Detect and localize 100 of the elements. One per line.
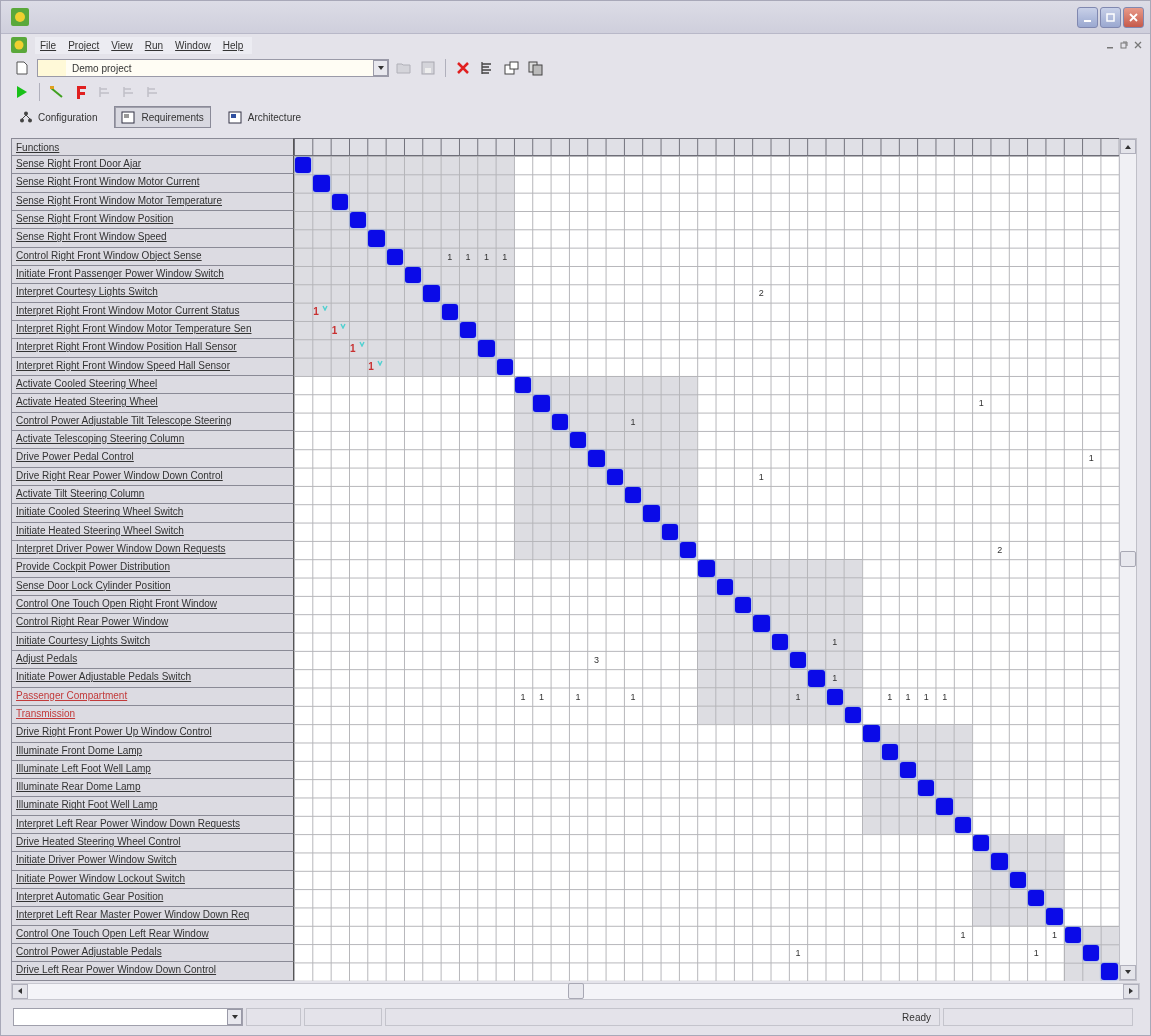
diagonal-marker — [1101, 963, 1118, 980]
diagonal-marker — [295, 157, 312, 174]
close-button[interactable] — [1123, 6, 1144, 28]
dependency-mark: 1 — [831, 672, 839, 686]
dependency-mark: 1 — [977, 397, 985, 411]
dependency-mark: 1 — [794, 690, 802, 704]
restore-icon[interactable] — [1120, 41, 1128, 49]
diagonal-marker — [936, 798, 953, 815]
function-label[interactable]: Drive Power Pedal Control — [11, 449, 294, 468]
maximize-button[interactable] — [1100, 6, 1121, 28]
function-label[interactable]: Interpret Right Front Window Position Hall Sensor — [11, 339, 294, 358]
function-label[interactable]: Activate Heated Steering Wheel — [11, 394, 294, 413]
window-icon[interactable] — [502, 59, 520, 77]
diagonal-marker — [478, 340, 495, 357]
diagram-icon — [121, 110, 136, 124]
menu-item[interactable]: Help — [217, 37, 249, 53]
dependency-mark: 1 — [519, 690, 527, 704]
function-label[interactable]: Illuminate Right Foot Well Lamp — [11, 797, 294, 816]
dependency-mark: 1 — [464, 250, 472, 264]
scroll-down-button[interactable] — [1119, 964, 1136, 980]
diagonal-marker — [588, 450, 605, 467]
function-label[interactable]: Initiate Power Adjustable Pedals Switch — [11, 669, 294, 688]
diagonal-marker — [1046, 908, 1063, 925]
dependency-mark: 1 — [941, 690, 949, 704]
diagonal-marker — [753, 615, 770, 632]
caret-left-icon — [16, 987, 24, 996]
caret-right-icon — [1127, 987, 1135, 996]
dropdown-button[interactable] — [227, 1009, 242, 1025]
menu-item[interactable]: Project — [63, 37, 105, 53]
minimize-button[interactable] — [1077, 6, 1098, 28]
dependency-mark: 1 — [1087, 452, 1095, 466]
scroll-thumb[interactable] — [567, 983, 584, 1000]
horizontal-scrollbar[interactable] — [11, 982, 1140, 1000]
dependency-mark: 1 — [831, 635, 839, 649]
flagged-mark: 1 — [330, 320, 349, 340]
dependency-mark: 1 — [757, 470, 765, 484]
function-label[interactable]: Drive Left Rear Power Window Down Control — [11, 962, 294, 981]
dependency-mark: 1 — [922, 690, 930, 704]
diagonal-marker — [973, 835, 990, 852]
tick-icon — [340, 322, 347, 329]
dependency-mark: 1 — [537, 690, 545, 704]
dependency-mark: 3 — [592, 654, 600, 667]
function-label[interactable]: Sense Right Front Window Motor Current — [11, 174, 294, 193]
diagonal-marker — [313, 175, 330, 192]
menu-item[interactable]: Window — [170, 37, 216, 53]
menu-item[interactable]: File — [35, 37, 62, 53]
column-title: Functions — [11, 138, 294, 156]
diagonal-marker — [643, 505, 660, 522]
function-label[interactable]: Drive Heated Steering Wheel Control — [11, 834, 294, 853]
new-document-icon[interactable] — [13, 59, 31, 77]
maximize-icon — [1106, 12, 1115, 22]
menu-item[interactable]: View — [106, 37, 138, 53]
caret-down-icon — [376, 64, 385, 72]
diagonal-marker — [918, 780, 935, 797]
scroll-left-button[interactable] — [12, 983, 28, 999]
menu-item[interactable]: Run — [139, 37, 169, 53]
diagonal-marker — [863, 725, 880, 742]
diagonal-marker — [698, 560, 715, 577]
dropdown-button[interactable] — [373, 60, 388, 76]
diagonal-marker — [808, 670, 825, 687]
scroll-thumb[interactable] — [1119, 551, 1136, 568]
view-tab[interactable]: Configuration — [13, 106, 105, 128]
copy-icon[interactable] — [526, 59, 544, 77]
tick-icon — [321, 304, 328, 311]
function-label[interactable]: Sense Right Front Door Ajar — [11, 156, 294, 175]
dependency-mark: 1 — [482, 250, 490, 264]
diagram-icon — [227, 110, 242, 124]
project-selector[interactable]: Demo project — [37, 59, 389, 77]
diagonal-marker — [1083, 945, 1100, 962]
diagonal-marker — [1028, 890, 1045, 907]
close-icon[interactable] — [1134, 41, 1142, 49]
app-icon — [11, 8, 29, 26]
function-label[interactable]: Initiate Driver Power Window Switch — [11, 852, 294, 871]
function-label[interactable]: Sense Right Front Window Speed — [11, 229, 294, 248]
diagonal-marker — [533, 395, 550, 412]
caret-down-icon — [230, 1013, 239, 1021]
function-label[interactable]: Illuminate Rear Dome Lamp — [11, 779, 294, 798]
view-tab[interactable]: Architecture — [220, 106, 309, 128]
function-label[interactable]: Interpret Courtesy Lights Switch — [11, 284, 294, 303]
scroll-up-button[interactable] — [1119, 139, 1136, 154]
dependency-mark: 1 — [446, 250, 454, 264]
hierarchy-icon — [20, 111, 32, 123]
function-label[interactable]: Control Right Rear Power Window — [11, 614, 294, 633]
scroll-right-button[interactable] — [1123, 983, 1139, 999]
view-tab[interactable]: Requirements — [114, 106, 211, 128]
dependency-mark: 1 — [629, 690, 637, 704]
function-label[interactable]: Drive Right Front Power Up Window Control — [11, 724, 294, 743]
document-app-icon — [11, 37, 27, 53]
function-label[interactable]: Interpret Left Rear Master Power Window Down Req — [11, 907, 294, 926]
dependency-mark: 1 — [1032, 947, 1040, 961]
function-label[interactable]: Initiate Cooled Steering Wheel Switch — [11, 504, 294, 523]
dependency-mark: 1 — [574, 690, 582, 704]
dependency-mark: 2 — [996, 544, 1004, 558]
flagged-mark: 1 — [349, 339, 368, 358]
diagonal-marker — [991, 853, 1008, 870]
dependency-mark: 2 — [757, 287, 765, 301]
function-label[interactable]: Interpret Automatic Gear Position — [11, 889, 294, 908]
minimize-icon — [1084, 19, 1091, 22]
function-label[interactable]: Provide Cockpit Power Distribution — [11, 559, 294, 578]
function-label[interactable]: Control Power Adjustable Pedals — [11, 944, 294, 963]
